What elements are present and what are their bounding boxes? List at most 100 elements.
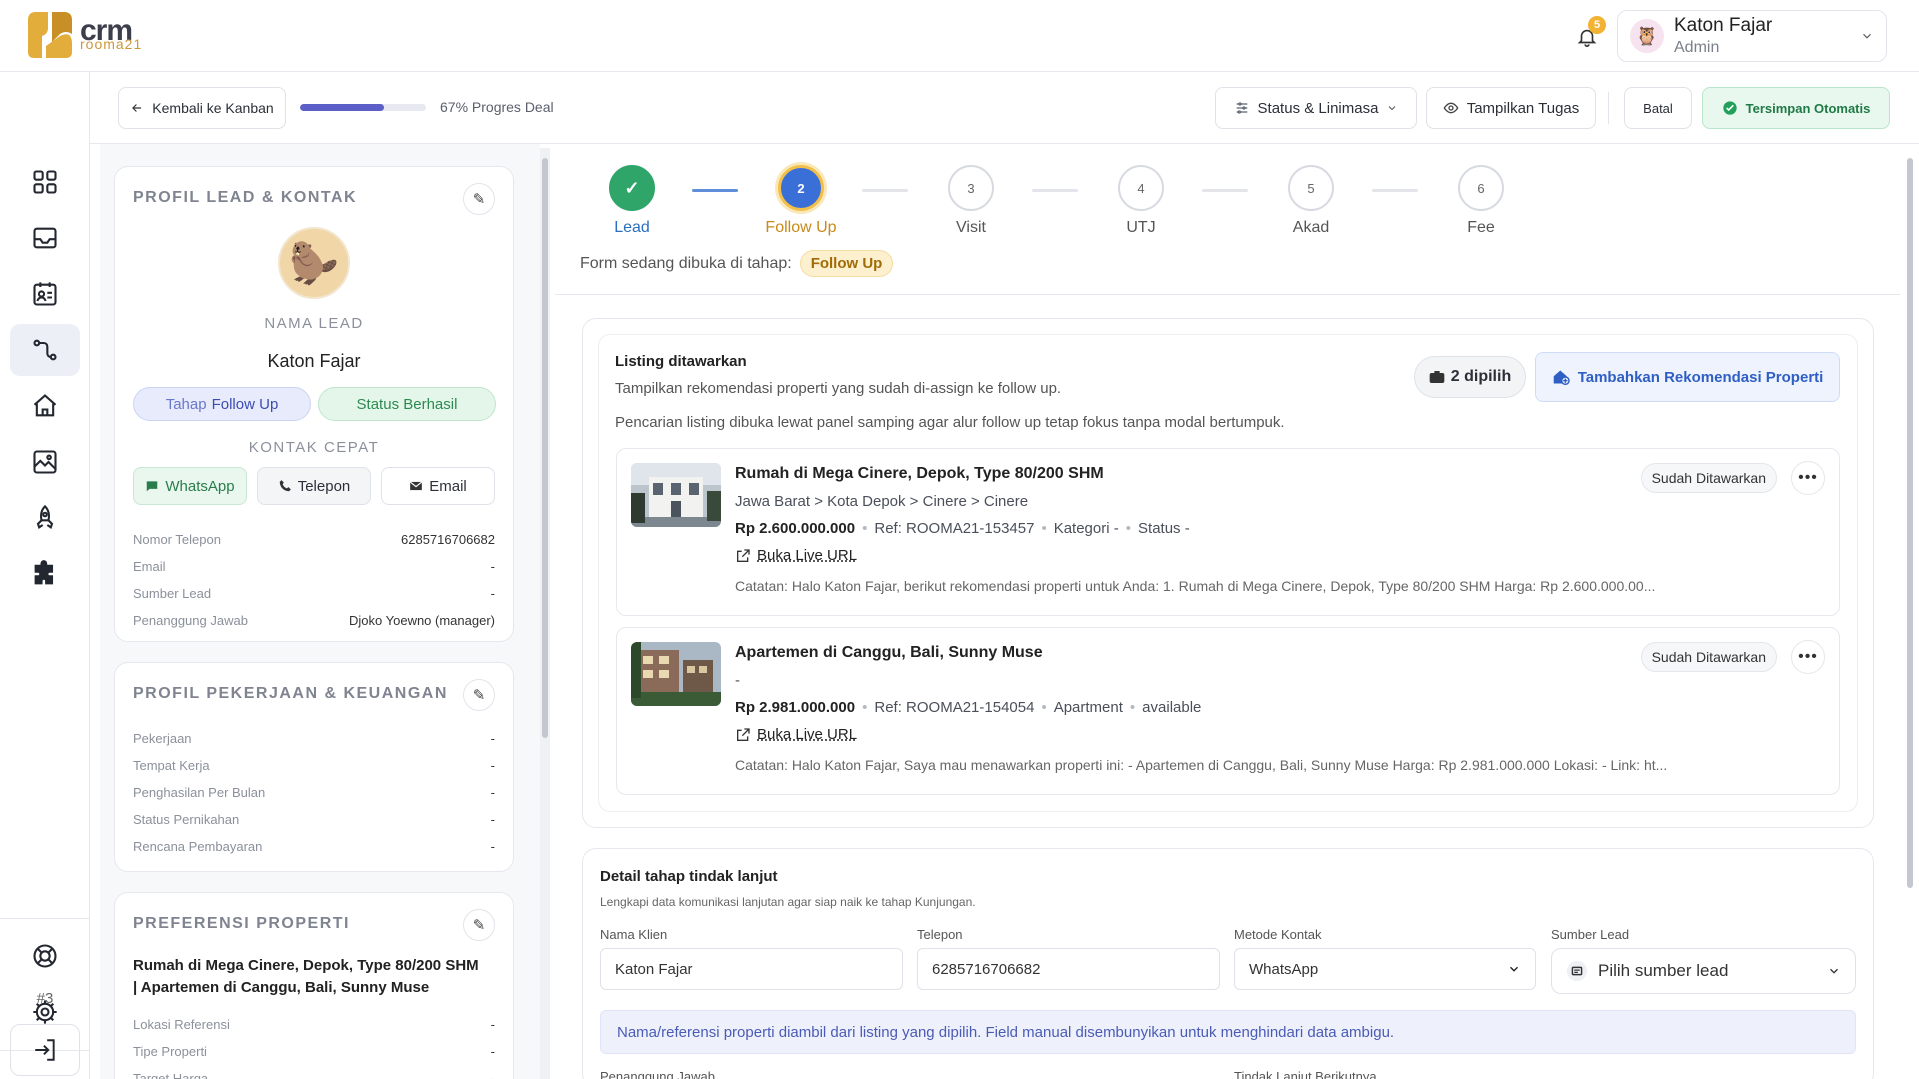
autosave-label: Tersimpan Otomatis (1745, 100, 1871, 116)
listing-item[interactable]: Apartemen di Canggu, Bali, Sunny Muse - … (616, 627, 1840, 795)
arrow-left-icon (132, 104, 142, 112)
deal-progress-label: 67% Progres Deal (440, 99, 554, 115)
contact-method-select[interactable]: WhatsApp (1234, 948, 1536, 990)
property-thumbnail (631, 642, 721, 706)
open-stage-prefix: Form sedang dibuka di tahap: (580, 254, 792, 272)
user-menu[interactable]: 🦉 Katon Fajar Admin (1617, 10, 1887, 62)
job-row: Rencana Pembayaran - (133, 839, 495, 854)
status-timeline-label: Status & Linimasa (1257, 99, 1379, 117)
step-akad[interactable]: 5 Akad (1261, 165, 1361, 237)
stage-badge: Tahap Follow Up (133, 387, 311, 421)
phone-icon (279, 480, 291, 492)
email-button[interactable]: Email (381, 467, 495, 505)
more-options-button[interactable]: ••• (1791, 640, 1825, 674)
user-name: Katon Fajar (1674, 15, 1773, 36)
gallery-nav[interactable] (10, 436, 80, 488)
phone-label: Telepon (917, 927, 963, 942)
more-options-button[interactable]: ••• (1791, 461, 1825, 495)
scrollbar-thumb[interactable] (1907, 158, 1913, 888)
back-to-kanban-button[interactable]: Kembali ke Kanban (118, 87, 286, 129)
live-url-link[interactable]: Buka Live URL (735, 726, 857, 743)
email-label: Email (429, 477, 467, 495)
field-key: Nomor Telepon (133, 532, 221, 547)
live-url-label: Buka Live URL (757, 547, 858, 564)
edit-job-button[interactable]: ✎ (463, 679, 495, 711)
property-nav[interactable] (10, 380, 80, 432)
contact-row: Penanggung Jawab Djoko Yoewno (manager) (133, 613, 495, 628)
pencil-icon: ✎ (472, 687, 486, 704)
preference-line: | Apartemen di Canggu, Bali, Sunny Muse (133, 979, 430, 996)
edit-lead-button[interactable]: ✎ (463, 183, 495, 215)
section-divider (555, 294, 1900, 295)
step-utj[interactable]: 4 UTJ (1091, 165, 1191, 237)
client-name-field[interactable]: Katon Fajar (600, 948, 903, 990)
field-key: Penanggung Jawab (133, 613, 248, 628)
selected-count-badge[interactable]: 2 dipilih (1414, 356, 1526, 398)
field-value: - (490, 586, 495, 601)
phone-button[interactable]: Telepon (257, 467, 371, 505)
sidebar: #3 (0, 72, 90, 1079)
mail-icon (410, 481, 423, 491)
logout-button[interactable] (10, 1024, 80, 1076)
stage-value: Follow Up (211, 395, 279, 413)
back-label: Kembali ke Kanban (152, 100, 274, 116)
chat-icon (147, 481, 158, 492)
live-url-link[interactable]: Buka Live URL (735, 547, 857, 564)
step-label: Follow Up (765, 219, 837, 236)
step-circle: 4 (1118, 165, 1164, 211)
integrations-nav[interactable] (10, 548, 80, 600)
add-recommendation-button[interactable]: Tambahkan Rekomendasi Properti (1535, 352, 1840, 402)
listing-location: Jawa Barat > Kota Depok > Cinere > Ciner… (735, 493, 1029, 510)
show-tasks-button[interactable]: Tampilkan Tugas (1426, 87, 1596, 129)
dashboard-nav[interactable] (10, 156, 80, 208)
launch-nav[interactable] (10, 492, 80, 544)
phone-field[interactable]: 6285716706682 (917, 948, 1220, 990)
step-visit[interactable]: 3 Visit (921, 165, 1021, 237)
grid-icon (33, 170, 57, 194)
open-stage-badge: Follow Up (799, 250, 894, 277)
quick-contact-title: KONTAK CEPAT (248, 439, 380, 456)
cancel-label: Batal (1643, 100, 1673, 116)
step-lead[interactable]: ✓ Lead (582, 165, 682, 237)
listing-title: Rumah di Mega Cinere, Depok, Type 80/200… (735, 465, 1104, 482)
listing-price: Rp 2.600.000.000 (735, 520, 856, 537)
listing-category: Kategori - (1053, 520, 1119, 537)
status-timeline-button[interactable]: Status & Linimasa (1215, 87, 1417, 129)
listing-ref: Ref: ROOMA21-153457 (874, 520, 1035, 537)
cancel-button[interactable]: Batal (1624, 87, 1692, 129)
step-follow-up[interactable]: 2 Follow Up (751, 165, 851, 237)
field-key: Sumber Lead (133, 586, 212, 601)
phone-label: Telepon (297, 477, 351, 495)
support-nav[interactable] (10, 930, 80, 982)
step-label: Visit (956, 219, 986, 236)
step-circle: 3 (948, 165, 994, 211)
property-preference-card: PREFERENSI PROPERTI ✎ Rumah di Mega Cine… (114, 892, 514, 1079)
job-row: Tempat Kerja - (133, 758, 495, 773)
whatsapp-button[interactable]: WhatsApp (133, 467, 247, 505)
pencil-icon: ✎ (472, 191, 486, 208)
scrollbar-thumb[interactable] (542, 158, 548, 738)
step-label: UTJ (1126, 219, 1156, 236)
lead-name: Katon Fajar (267, 351, 361, 371)
preference-summary: Rumah di Mega Cinere, Depok, Type 80/200… (133, 955, 479, 999)
chevron-down-icon (1830, 968, 1838, 974)
sidebar-footer-number: #3 (36, 990, 54, 1007)
listing-item[interactable]: Rumah di Mega Cinere, Depok, Type 80/200… (616, 448, 1840, 616)
next-follow-up-label: Tindak Lanjut Berikutnya (1234, 1069, 1377, 1079)
info-banner: Nama/referensi properti diambil dari lis… (600, 1010, 1856, 1054)
inbox-nav[interactable] (10, 212, 80, 264)
logout-icon (35, 1039, 55, 1061)
pipeline-nav[interactable] (10, 324, 80, 376)
main-scrollbar[interactable] (1905, 148, 1915, 1079)
field-key: Tempat Kerja (133, 758, 210, 773)
edit-preference-button[interactable]: ✎ (463, 909, 495, 941)
field-value: - (490, 812, 495, 827)
left-scrollbar[interactable] (540, 148, 550, 1079)
crm-logo[interactable] (26, 10, 74, 60)
toolbar-divider (1608, 92, 1609, 124)
contacts-nav[interactable] (10, 268, 80, 320)
autosave-button[interactable]: Tersimpan Otomatis (1702, 87, 1890, 129)
image-icon (33, 450, 57, 474)
step-fee[interactable]: 6 Fee (1431, 165, 1531, 237)
lead-source-select[interactable]: Pilih sumber lead (1551, 948, 1856, 994)
